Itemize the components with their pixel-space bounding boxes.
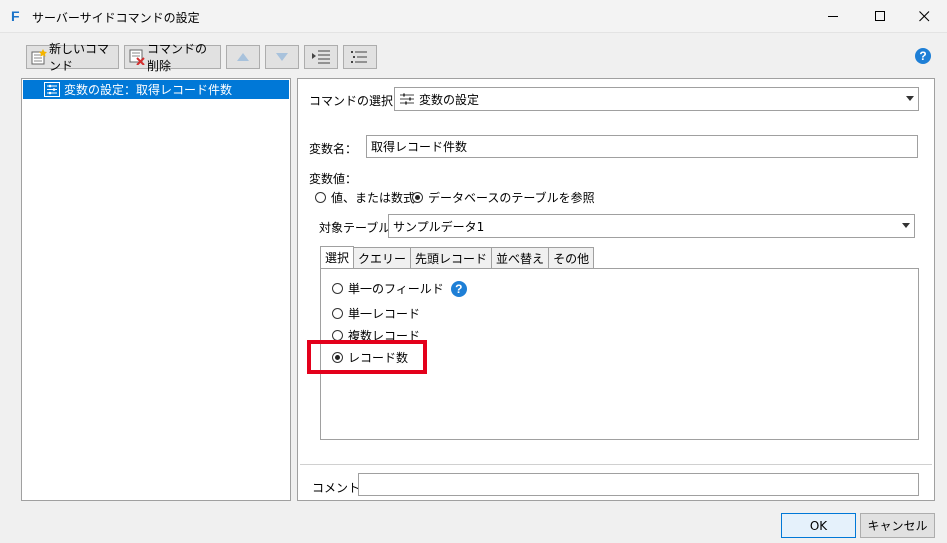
new-command-button[interactable]: 新しいコマンド bbox=[26, 42, 119, 73]
target-table-value: サンプルデータ1 bbox=[393, 219, 485, 234]
highlight-box bbox=[307, 340, 427, 374]
indent-button[interactable] bbox=[304, 45, 338, 69]
radio-label: 値、または数式 bbox=[331, 191, 416, 205]
chevron-down-icon bbox=[902, 223, 910, 228]
tree-item-label: 変数の設定：取得レコード件数 bbox=[64, 83, 233, 97]
delete-command-label: コマンドの削除 bbox=[147, 42, 208, 73]
variable-value-label: 変数値： bbox=[309, 172, 358, 186]
radio-label: 単一レコード bbox=[348, 307, 421, 321]
chevron-down-icon bbox=[906, 96, 914, 101]
radio-circle bbox=[315, 192, 326, 203]
title-bar: F サーバーサイドコマンドの設定 bbox=[0, 0, 947, 33]
new-command-icon bbox=[31, 49, 47, 65]
radio-circle bbox=[332, 283, 343, 294]
app-logo-icon: F bbox=[11, 8, 20, 24]
radio-circle-selected bbox=[412, 192, 423, 203]
target-table-dropdown[interactable]: サンプルデータ1 bbox=[388, 214, 915, 238]
help-icon[interactable]: ? bbox=[450, 280, 467, 297]
command-select-dropdown[interactable]: 変数の設定 bbox=[394, 87, 919, 111]
command-select-value: 変数の設定 bbox=[419, 92, 480, 107]
ok-button[interactable]: OK bbox=[781, 513, 856, 538]
tab-first-record[interactable]: 先頭レコード bbox=[410, 247, 493, 268]
close-button[interactable] bbox=[901, 0, 947, 33]
tab-select[interactable]: 選択 bbox=[320, 246, 355, 268]
arrow-up-icon bbox=[237, 53, 249, 61]
indent-icon bbox=[312, 50, 330, 64]
help-icon[interactable]: ? bbox=[915, 48, 931, 64]
variable-name-label: 変数名： bbox=[309, 142, 358, 156]
minimize-button[interactable] bbox=[810, 0, 856, 33]
window-title: サーバーサイドコマンドの設定 bbox=[32, 11, 200, 25]
variable-name-input[interactable]: 取得レコード件数 bbox=[366, 135, 918, 158]
move-down-button[interactable] bbox=[265, 45, 299, 69]
tab-query[interactable]: クエリー bbox=[353, 247, 412, 268]
radio-value-or-formula[interactable]: 値、または数式 bbox=[315, 189, 415, 206]
maximize-button[interactable] bbox=[857, 0, 903, 33]
minimize-icon bbox=[827, 16, 838, 17]
command-tree-panel: 変数の設定：取得レコード件数 bbox=[21, 78, 291, 501]
move-up-button[interactable] bbox=[226, 45, 260, 69]
radio-circle bbox=[332, 308, 343, 319]
set-variable-icon bbox=[44, 82, 60, 97]
radio-label: 単一のフィールド bbox=[348, 282, 444, 296]
delete-command-icon bbox=[129, 49, 145, 65]
radio-label: データベースのテーブルを参照 bbox=[428, 191, 595, 205]
delete-command-button[interactable]: コマンドの削除 bbox=[124, 42, 221, 73]
maximize-icon bbox=[874, 11, 885, 21]
tab-sort[interactable]: 並べ替え bbox=[491, 247, 550, 268]
radio-reference-table[interactable]: データベースのテーブルを参照 bbox=[412, 189, 595, 206]
outdent-icon bbox=[351, 51, 367, 63]
cancel-button[interactable]: キャンセル bbox=[860, 513, 935, 538]
sliders-icon bbox=[400, 93, 414, 105]
outdent-button[interactable] bbox=[343, 45, 377, 69]
command-select-label: コマンドの選択： bbox=[309, 94, 406, 108]
comment-label: コメント bbox=[312, 481, 361, 495]
arrow-down-icon bbox=[276, 53, 288, 61]
close-icon bbox=[918, 11, 929, 22]
comment-input[interactable] bbox=[358, 473, 919, 496]
tree-item-set-variable[interactable]: 変数の設定：取得レコード件数 bbox=[23, 80, 289, 99]
reference-tabs: 選択 クエリー 先頭レコード 並べ替え その他 bbox=[320, 246, 595, 268]
divider bbox=[300, 464, 932, 465]
new-command-label: 新しいコマンド bbox=[49, 42, 110, 73]
radio-single-record[interactable]: 単一レコード bbox=[332, 305, 420, 322]
tab-other[interactable]: その他 bbox=[548, 247, 595, 268]
radio-single-field[interactable]: 単一のフィールド ? bbox=[332, 280, 467, 297]
